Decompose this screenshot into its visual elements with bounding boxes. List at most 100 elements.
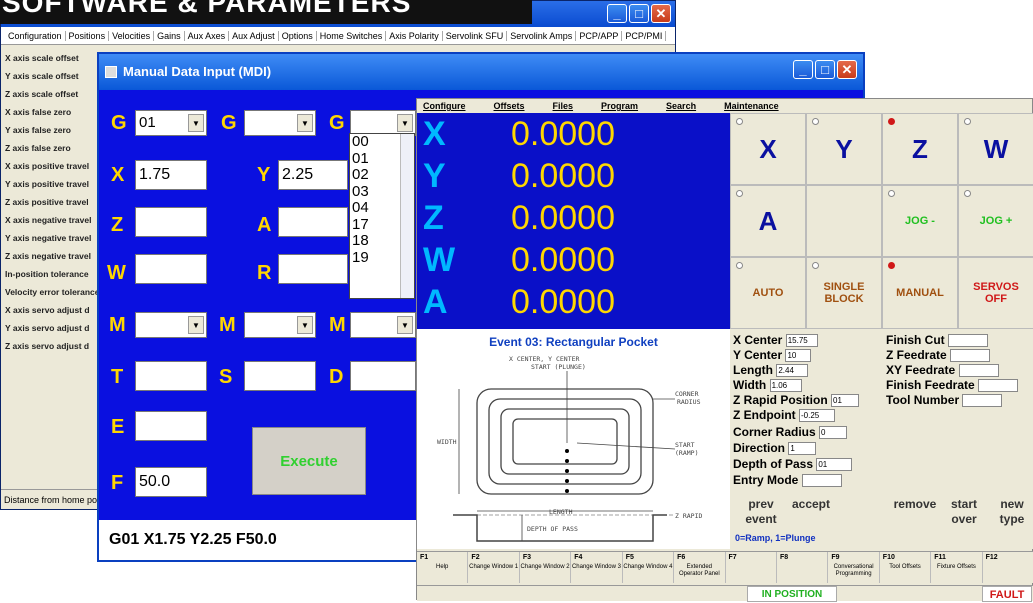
function-key-text: Change Window 2 — [520, 564, 570, 570]
m-code-select-3[interactable]: ▼ — [350, 312, 416, 338]
close-button[interactable]: ✕ — [837, 60, 857, 79]
a-field[interactable] — [278, 207, 348, 237]
z-feedrate-field[interactable] — [950, 349, 991, 363]
axis-button-grid: X Y Z W A JOG - JOG + AUTO SINGLE BLOCK … — [730, 113, 1033, 329]
label-start-plunge: START (PLUNGE) — [531, 363, 586, 371]
config-tab[interactable]: Positions — [65, 31, 110, 41]
config-tab[interactable]: Servolink SFU — [442, 31, 508, 41]
start-over-button[interactable]: start over — [942, 497, 986, 527]
manual-button[interactable]: MANUAL — [882, 257, 958, 329]
minimize-button[interactable]: _ — [793, 60, 813, 79]
t-label: T — [111, 366, 124, 388]
auto-button[interactable]: AUTO — [730, 257, 806, 329]
z-rapid-field[interactable]: 01 — [831, 394, 860, 408]
y-field[interactable]: 2.25 — [278, 160, 348, 190]
menu-item[interactable]: Offsets — [494, 101, 525, 111]
f-field[interactable]: 50.0 — [135, 467, 207, 497]
single-block-button[interactable]: SINGLE BLOCK — [806, 257, 882, 329]
e-field[interactable] — [135, 411, 207, 441]
config-tab[interactable]: Aux Adjust — [229, 31, 279, 41]
t-field[interactable] — [135, 361, 207, 391]
g-label-2: G — [221, 112, 237, 134]
tool-number-field[interactable] — [962, 394, 1003, 408]
function-key-button[interactable]: F8 — [777, 552, 829, 583]
function-key-button[interactable]: F3 Change Window 2 — [520, 552, 572, 583]
maximize-button[interactable]: □ — [815, 60, 835, 79]
close-button[interactable]: ✕ — [651, 4, 671, 23]
config-tabs: Configuration Positions Velocities Gains Aux… — [1, 27, 675, 45]
config-tab[interactable]: Gains — [154, 31, 185, 41]
finish-feedrate-field[interactable] — [978, 379, 1019, 393]
y-center-field[interactable]: 10 — [785, 349, 812, 363]
config-tab[interactable]: Axis Polarity — [386, 31, 443, 41]
entry-mode-field[interactable] — [801, 474, 842, 488]
f-label: F — [111, 472, 124, 494]
minimize-button[interactable]: _ — [607, 4, 627, 23]
menu-item[interactable]: Program — [601, 101, 638, 111]
prev-event-button[interactable]: prev event — [736, 497, 786, 527]
axis-y-button[interactable]: Y — [806, 113, 882, 185]
config-tab[interactable]: PCP/APP — [576, 31, 623, 41]
finish-cut-field[interactable] — [948, 334, 989, 348]
w-field[interactable] — [135, 254, 207, 284]
z-field[interactable] — [135, 207, 207, 237]
indicator-icon — [812, 118, 819, 125]
config-tab[interactable]: Servolink Amps — [507, 31, 577, 41]
servos-off-button[interactable]: SERVOS OFF — [958, 257, 1033, 329]
x-field[interactable]: 1.75 — [135, 160, 207, 190]
m-code-select-1[interactable]: ▼ — [135, 312, 207, 338]
execute-button[interactable]: Execute — [252, 427, 366, 495]
z-endpoint-field[interactable]: -0.25 — [799, 409, 835, 423]
config-tab[interactable]: Velocities — [109, 31, 155, 41]
indicator-icon — [812, 262, 819, 269]
menu-item[interactable]: Search — [666, 101, 696, 111]
corner-radius-field[interactable]: 0 — [819, 426, 848, 440]
function-key-button[interactable]: F6 Extended Operator Panel — [674, 552, 726, 583]
xy-feedrate-field[interactable] — [958, 364, 999, 378]
config-tab[interactable]: Home Switches — [316, 31, 387, 41]
function-key-button[interactable]: F1 Help — [417, 552, 469, 583]
axis-a-button[interactable]: A — [730, 185, 806, 257]
m-code-select-2[interactable]: ▼ — [244, 312, 316, 338]
config-tab[interactable]: Configuration — [5, 31, 66, 41]
w-label: W — [107, 262, 126, 284]
axis-w-button[interactable]: W — [958, 113, 1033, 185]
direction-field[interactable]: 1 — [788, 442, 817, 456]
g-code-select-2[interactable]: ▼ — [244, 110, 316, 136]
s-field[interactable] — [244, 361, 316, 391]
label-length: LENGTH — [549, 508, 573, 516]
maximize-button[interactable]: □ — [629, 4, 649, 23]
config-tab[interactable]: Options — [278, 31, 317, 41]
z-feedrate-row: Z Feedrate — [886, 348, 991, 363]
scrollbar[interactable] — [400, 134, 414, 298]
d-field[interactable] — [350, 361, 416, 391]
jog-minus-button[interactable]: JOG - — [882, 185, 958, 257]
menu-item[interactable]: Files — [553, 101, 574, 111]
function-key-button[interactable]: F2 Change Window 1 — [468, 552, 520, 583]
remove-button[interactable]: remove — [890, 497, 940, 512]
new-type-button[interactable]: new type — [992, 497, 1032, 527]
r-field[interactable] — [278, 254, 348, 284]
function-key-button[interactable]: F4 Change Window 3 — [571, 552, 623, 583]
config-parameter-label: Y axis positive travel — [5, 179, 89, 189]
accept-button[interactable]: accept — [788, 497, 834, 512]
g-code-dropdown-list[interactable]: 00 01 02 03 04 17 18 19 — [349, 133, 415, 299]
menu-item[interactable]: Maintenance — [724, 101, 779, 111]
function-key-button[interactable]: F11 Fixture Offsets — [931, 552, 983, 583]
axis-z-button[interactable]: Z — [882, 113, 958, 185]
config-tab[interactable]: Aux Axes — [184, 31, 230, 41]
function-key-button[interactable]: F12 — [983, 552, 1033, 583]
width-field[interactable]: 1.06 — [769, 379, 802, 393]
function-key-button[interactable]: F5 Change Window 4 — [623, 552, 675, 583]
x-center-field[interactable]: 15.75 — [785, 334, 818, 348]
g-code-select-1[interactable]: 01 ▼ — [135, 110, 207, 136]
axis-x-button[interactable]: X — [730, 113, 806, 185]
function-key-button[interactable]: F9 Conversational Programming — [828, 552, 880, 583]
jog-plus-button[interactable]: JOG + — [958, 185, 1033, 257]
depth-field[interactable]: 01 — [816, 458, 853, 472]
config-tab[interactable]: PCP/PMI — [622, 31, 667, 41]
function-key-button[interactable]: F7 — [726, 552, 777, 583]
length-field[interactable]: 2.44 — [776, 364, 809, 378]
menu-item[interactable]: Configure — [423, 101, 466, 111]
function-key-button[interactable]: F10 Tool Offsets — [880, 552, 932, 583]
